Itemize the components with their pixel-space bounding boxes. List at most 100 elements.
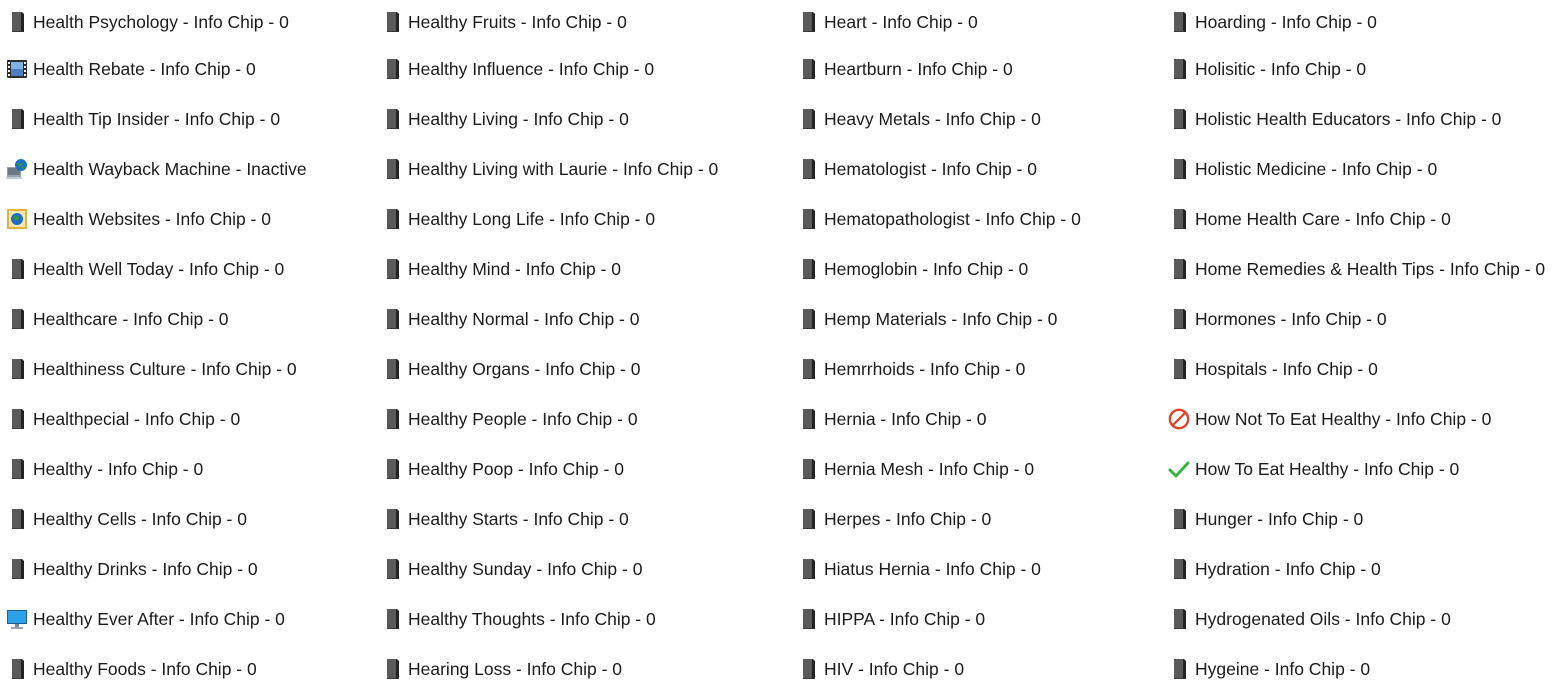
list-item[interactable]: Healthy Organs - Info Chip - 0 bbox=[381, 344, 718, 394]
list-item-label: Health Websites - Info Chip - 0 bbox=[33, 209, 271, 229]
list-item[interactable]: Hearing Loss - Info Chip - 0 bbox=[381, 644, 718, 694]
list-item[interactable]: Healthpecial - Info Chip - 0 bbox=[6, 394, 307, 444]
file-icon bbox=[6, 108, 28, 130]
list-item[interactable]: Healthy Foods - Info Chip - 0 bbox=[6, 644, 307, 694]
file-icon bbox=[1168, 608, 1190, 630]
file-icon bbox=[1168, 658, 1190, 680]
list-item[interactable]: Hemoglobin - Info Chip - 0 bbox=[797, 244, 1081, 294]
file-icon bbox=[381, 258, 403, 280]
list-item[interactable]: Healthy Mind - Info Chip - 0 bbox=[381, 244, 718, 294]
list-item-label: Health Wayback Machine - Inactive bbox=[33, 159, 307, 179]
list-item[interactable]: Healthy Thoughts - Info Chip - 0 bbox=[381, 594, 718, 644]
list-item[interactable]: Healthcare - Info Chip - 0 bbox=[6, 294, 307, 344]
list-item-label: Health Rebate - Info Chip - 0 bbox=[33, 59, 256, 79]
list-item-label: Hemrrhoids - Info Chip - 0 bbox=[824, 359, 1026, 379]
list-item-label: Hematologist - Info Chip - 0 bbox=[824, 159, 1038, 179]
list-item[interactable]: Hernia Mesh - Info Chip - 0 bbox=[797, 444, 1081, 494]
list-item[interactable]: Health Websites - Info Chip - 0 bbox=[6, 194, 307, 244]
list-item[interactable]: Hoarding - Info Chip - 0 bbox=[1168, 0, 1545, 44]
list-item[interactable]: Heartburn - Info Chip - 0 bbox=[797, 44, 1081, 94]
list-item[interactable]: Herpes - Info Chip - 0 bbox=[797, 494, 1081, 544]
list-item[interactable]: Healthy Influence - Info Chip - 0 bbox=[381, 44, 718, 94]
list-item-label: Healthy Mind - Info Chip - 0 bbox=[408, 259, 622, 279]
file-icon bbox=[381, 158, 403, 180]
list-item[interactable]: Holisitic - Info Chip - 0 bbox=[1168, 44, 1545, 94]
list-item-label: Healthy Fruits - Info Chip - 0 bbox=[408, 12, 627, 32]
list-item[interactable]: Healthy Starts - Info Chip - 0 bbox=[381, 494, 718, 544]
list-item-label: Hernia - Info Chip - 0 bbox=[824, 409, 987, 429]
list-item-label: Hearing Loss - Info Chip - 0 bbox=[408, 659, 622, 679]
list-item[interactable]: Hunger - Info Chip - 0 bbox=[1168, 494, 1545, 544]
list-item[interactable]: Home Health Care - Info Chip - 0 bbox=[1168, 194, 1545, 244]
list-item[interactable]: Holistic Health Educators - Info Chip - … bbox=[1168, 94, 1545, 144]
list-item[interactable]: Holistic Medicine - Info Chip - 0 bbox=[1168, 144, 1545, 194]
list-item-label: Holisitic - Info Chip - 0 bbox=[1195, 59, 1367, 79]
list-item[interactable]: Heavy Metals - Info Chip - 0 bbox=[797, 94, 1081, 144]
list-item[interactable]: Hiatus Hernia - Info Chip - 0 bbox=[797, 544, 1081, 594]
list-item-label: How To Eat Healthy - Info Chip - 0 bbox=[1195, 459, 1460, 479]
list-item[interactable]: Hormones - Info Chip - 0 bbox=[1168, 294, 1545, 344]
list-item[interactable]: Health Rebate - Info Chip - 0 bbox=[6, 44, 307, 94]
list-item-label: Hernia Mesh - Info Chip - 0 bbox=[824, 459, 1035, 479]
file-icon bbox=[1168, 508, 1190, 530]
list-item-label: Hemp Materials - Info Chip - 0 bbox=[824, 309, 1058, 329]
file-icon bbox=[6, 458, 28, 480]
list-item-label: HIV - Info Chip - 0 bbox=[824, 659, 965, 679]
list-item-label: Health Tip Insider - Info Chip - 0 bbox=[33, 109, 281, 129]
list-item[interactable]: Healthy People - Info Chip - 0 bbox=[381, 394, 718, 444]
list-item[interactable]: HIPPA - Info Chip - 0 bbox=[797, 594, 1081, 644]
list-item-label: Healthy Organs - Info Chip - 0 bbox=[408, 359, 641, 379]
list-item[interactable]: Home Remedies & Health Tips - Info Chip … bbox=[1168, 244, 1545, 294]
list-item-label: Hematopathologist - Info Chip - 0 bbox=[824, 209, 1081, 229]
list-item[interactable]: Hemrrhoids - Info Chip - 0 bbox=[797, 344, 1081, 394]
list-item[interactable]: Healthy - Info Chip - 0 bbox=[6, 444, 307, 494]
list-item-label: Healthcare - Info Chip - 0 bbox=[33, 309, 229, 329]
file-icon bbox=[6, 11, 28, 33]
list-item-label: Healthy Thoughts - Info Chip - 0 bbox=[408, 609, 656, 629]
list-item[interactable]: Hemp Materials - Info Chip - 0 bbox=[797, 294, 1081, 344]
list-item-label: Health Well Today - Info Chip - 0 bbox=[33, 259, 285, 279]
list-item[interactable]: How Not To Eat Healthy - Info Chip - 0 bbox=[1168, 394, 1545, 444]
list-item[interactable]: Healthy Ever After - Info Chip - 0 bbox=[6, 594, 307, 644]
list-item[interactable]: Healthiness Culture - Info Chip - 0 bbox=[6, 344, 307, 394]
list-item[interactable]: How To Eat Healthy - Info Chip - 0 bbox=[1168, 444, 1545, 494]
list-item-label: Healthy Normal - Info Chip - 0 bbox=[408, 309, 640, 329]
file-icon bbox=[797, 358, 819, 380]
list-item[interactable]: Healthy Fruits - Info Chip - 0 bbox=[381, 0, 718, 44]
list-item[interactable]: Healthy Poop - Info Chip - 0 bbox=[381, 444, 718, 494]
file-icon bbox=[1168, 11, 1190, 33]
file-icon bbox=[6, 508, 28, 530]
list-item[interactable]: Healthy Long Life - Info Chip - 0 bbox=[381, 194, 718, 244]
list-item[interactable]: Healthy Living - Info Chip - 0 bbox=[381, 94, 718, 144]
list-item-label: Home Health Care - Info Chip - 0 bbox=[1195, 209, 1451, 229]
list-item[interactable]: Health Well Today - Info Chip - 0 bbox=[6, 244, 307, 294]
list-item[interactable]: Hydrogenated Oils - Info Chip - 0 bbox=[1168, 594, 1545, 644]
list-item[interactable]: Hernia - Info Chip - 0 bbox=[797, 394, 1081, 444]
list-item[interactable]: Health Psychology - Info Chip - 0 bbox=[6, 0, 307, 44]
file-icon bbox=[1168, 258, 1190, 280]
list-item-label: Home Remedies & Health Tips - Info Chip … bbox=[1195, 259, 1546, 279]
list-item-label: Herpes - Info Chip - 0 bbox=[824, 509, 992, 529]
list-item[interactable]: Hospitals - Info Chip - 0 bbox=[1168, 344, 1545, 394]
list-item[interactable]: Hematologist - Info Chip - 0 bbox=[797, 144, 1081, 194]
list-item[interactable]: Health Tip Insider - Info Chip - 0 bbox=[6, 94, 307, 144]
list-item[interactable]: Healthy Sunday - Info Chip - 0 bbox=[381, 544, 718, 594]
list-item[interactable]: Hematopathologist - Info Chip - 0 bbox=[797, 194, 1081, 244]
list-item[interactable]: Healthy Living with Laurie - Info Chip -… bbox=[381, 144, 718, 194]
file-icon bbox=[381, 308, 403, 330]
list-item-label: Hormones - Info Chip - 0 bbox=[1195, 309, 1387, 329]
globe-computer-icon bbox=[6, 158, 28, 180]
list-item-label: Healthy - Info Chip - 0 bbox=[33, 459, 204, 479]
file-icon bbox=[381, 458, 403, 480]
list-item[interactable]: HIV - Info Chip - 0 bbox=[797, 644, 1081, 694]
list-item[interactable]: Heart - Info Chip - 0 bbox=[797, 0, 1081, 44]
list-item[interactable]: Healthy Cells - Info Chip - 0 bbox=[6, 494, 307, 544]
list-item[interactable]: Healthy Drinks - Info Chip - 0 bbox=[6, 544, 307, 594]
list-item[interactable]: Hygeine - Info Chip - 0 bbox=[1168, 644, 1545, 694]
list-item[interactable]: Healthy Normal - Info Chip - 0 bbox=[381, 294, 718, 344]
globe-frame-icon bbox=[6, 208, 28, 230]
list-item[interactable]: Hydration - Info Chip - 0 bbox=[1168, 544, 1545, 594]
list-item-label: Hunger - Info Chip - 0 bbox=[1195, 509, 1364, 529]
file-icon bbox=[6, 358, 28, 380]
list-item[interactable]: Health Wayback Machine - Inactive bbox=[6, 144, 307, 194]
